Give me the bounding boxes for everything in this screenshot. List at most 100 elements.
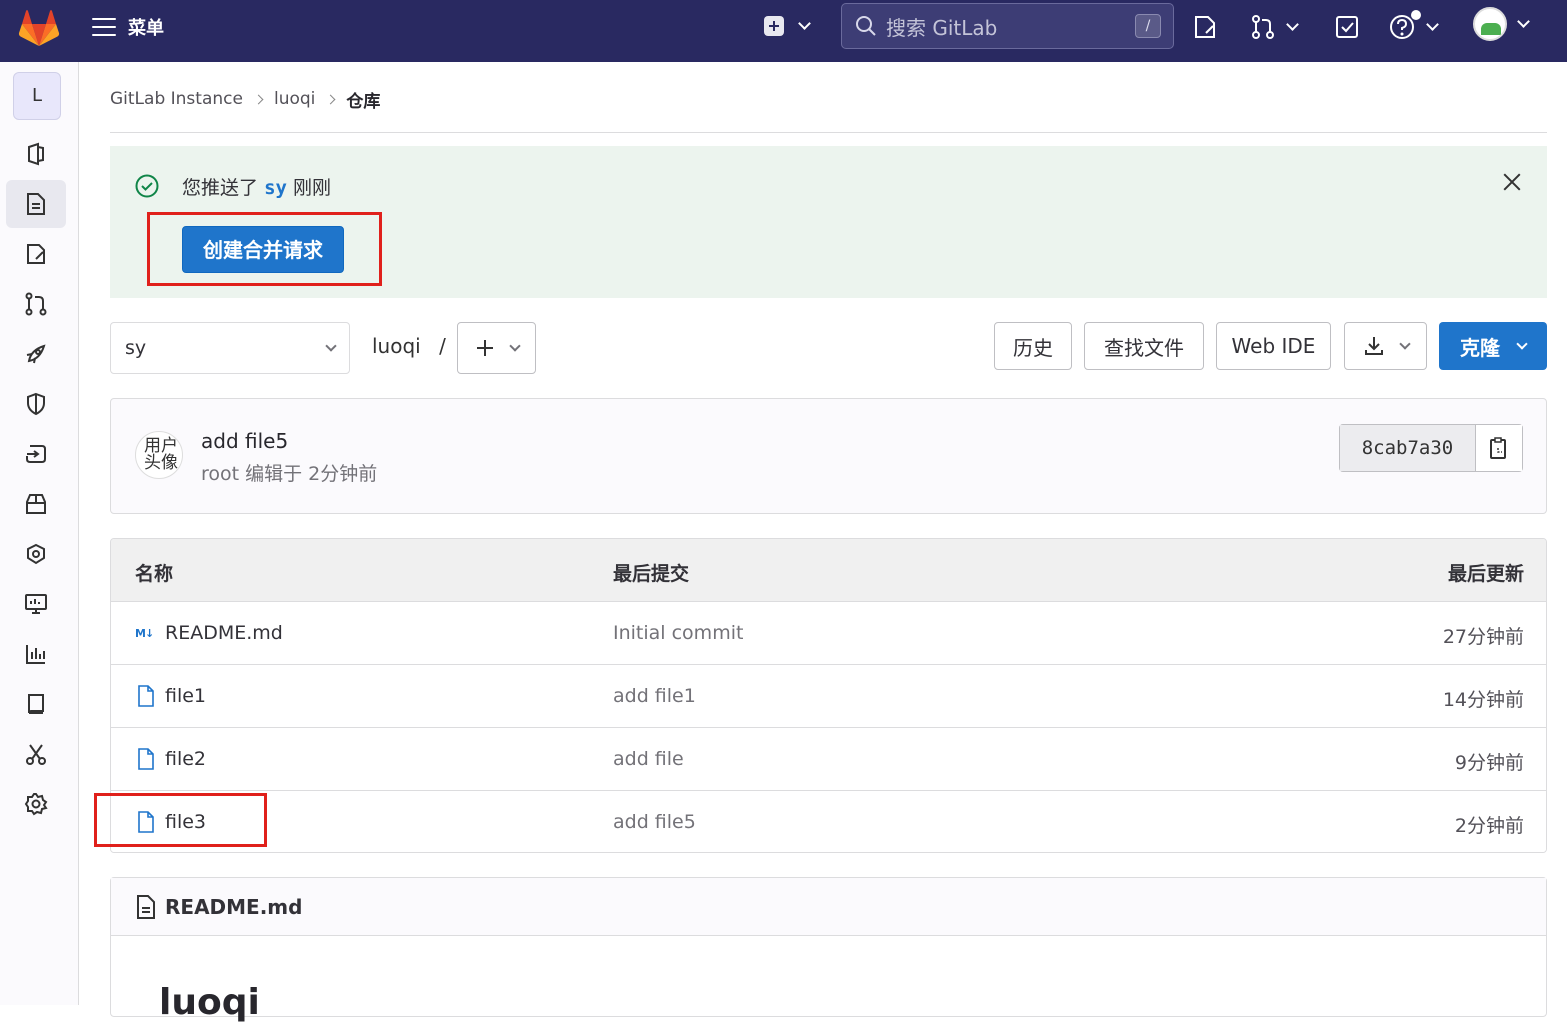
sidebar-item-settings[interactable] <box>6 780 66 828</box>
rocket-icon <box>26 344 46 364</box>
readme-header: README.md <box>111 878 1546 936</box>
alert-text-after: 刚刚 <box>293 177 332 199</box>
sidebar-item-wiki[interactable] <box>6 680 66 728</box>
file-name-cell[interactable]: M↓ README.md <box>135 622 283 644</box>
sidebar-item-issues[interactable] <box>6 230 66 278</box>
commit-sha-group: 8cab7a30 <box>1339 424 1523 472</box>
avatar[interactable]: 用户头像 <box>135 431 183 479</box>
merge-requests-nav-button[interactable] <box>1250 12 1299 42</box>
menu-button[interactable]: 菜单 <box>92 13 164 41</box>
breadcrumb-instance[interactable]: GitLab Instance <box>110 89 243 109</box>
file-name[interactable]: file1 <box>165 685 206 707</box>
search-input[interactable]: 搜索 GitLab / <box>841 3 1174 49</box>
sidebar-item-packages[interactable] <box>6 480 66 528</box>
sidebar-item-snippets[interactable] <box>6 730 66 778</box>
commit-sha[interactable]: 8cab7a30 <box>1340 425 1476 471</box>
project-overview-icon <box>28 142 44 166</box>
repo-path: luoqi / <box>372 334 446 358</box>
branch-name: sy <box>125 337 147 359</box>
search-placeholder: 搜索 GitLab <box>886 15 998 40</box>
web-ide-button[interactable]: Web IDE <box>1216 322 1331 370</box>
file-table: 名称 最后提交 最后更新 M↓ README.md Initial commit… <box>110 538 1547 853</box>
chevron-down-icon <box>1426 18 1439 31</box>
table-row[interactable]: file1 add file1 14分钟前 <box>111 665 1546 728</box>
divider <box>110 132 1547 133</box>
readme-panel: README.md luoqi <box>110 877 1547 1023</box>
plus-icon <box>476 340 493 356</box>
close-icon[interactable] <box>1502 172 1522 192</box>
find-file-button[interactable]: 查找文件 <box>1084 322 1204 370</box>
scissors-icon <box>26 744 46 765</box>
sidebar-item-cicd[interactable] <box>6 330 66 378</box>
sidebar-item-analytics[interactable] <box>6 630 66 678</box>
file-commit[interactable]: Initial commit <box>613 622 743 644</box>
table-header: 名称 最后提交 最后更新 <box>111 539 1546 602</box>
sidebar-item-monitor[interactable] <box>6 580 66 628</box>
file-name[interactable]: file2 <box>165 748 206 770</box>
history-button[interactable]: 历史 <box>994 322 1072 370</box>
search-icon <box>856 16 876 36</box>
gitlab-logo-icon[interactable] <box>18 8 60 48</box>
file-name-cell[interactable]: file1 <box>135 685 206 707</box>
check-circle-icon <box>135 174 159 198</box>
issues-nav-button[interactable] <box>1192 12 1218 42</box>
readme-heading: luoqi <box>159 982 260 1023</box>
readme-filename[interactable]: README.md <box>165 895 302 919</box>
search-shortcut-key: / <box>1135 14 1161 38</box>
file-time: 14分钟前 <box>1442 689 1524 711</box>
chevron-down-icon <box>325 340 337 352</box>
todos-nav-button[interactable] <box>1334 12 1360 42</box>
file-name-cell[interactable]: file2 <box>135 748 206 770</box>
new-dropdown-button[interactable] <box>764 14 824 38</box>
file-commit[interactable]: add file <box>613 748 684 770</box>
sidebar-item-infrastructure[interactable] <box>6 530 66 578</box>
file-commit[interactable]: add file1 <box>613 685 696 707</box>
clone-label: 克隆 <box>1460 335 1500 360</box>
user-menu-button[interactable] <box>1473 7 1530 41</box>
sidebar-item-overview[interactable] <box>6 130 66 178</box>
alert-text-before: 您推送了 <box>182 177 259 199</box>
left-sidebar: L <box>0 62 79 1005</box>
monitor-icon <box>25 594 47 614</box>
download-dropdown[interactable] <box>1344 322 1427 370</box>
document-icon <box>137 894 155 919</box>
sidebar-item-security[interactable] <box>6 380 66 428</box>
file-name-cell[interactable]: file3 <box>135 811 206 833</box>
breadcrumb-repository[interactable]: 仓库 <box>346 87 380 112</box>
commit-title[interactable]: add file5 <box>201 429 288 453</box>
header-last-update: 最后更新 <box>1447 563 1524 585</box>
book-icon <box>28 694 44 714</box>
last-commit-panel: 用户头像 add file5 root 编辑于 2分钟前 8cab7a30 <box>110 398 1547 514</box>
shield-icon <box>27 392 45 416</box>
alert-branch-link[interactable]: sy <box>264 177 287 199</box>
breadcrumb-project[interactable]: luoqi <box>274 89 315 109</box>
create-merge-request-button[interactable]: 创建合并请求 <box>182 226 344 273</box>
sidebar-item-deployments[interactable] <box>6 430 66 478</box>
file-time: 9分钟前 <box>1454 752 1524 774</box>
file-icon <box>138 748 154 770</box>
table-row[interactable]: file2 add file 9分钟前 <box>111 728 1546 791</box>
chevron-down-icon <box>798 17 811 30</box>
repo-path-name[interactable]: luoqi <box>372 334 421 358</box>
header-name: 名称 <box>135 563 174 585</box>
breadcrumb: GitLab Instance luoqi 仓库 <box>110 87 380 112</box>
table-row[interactable]: M↓ README.md Initial commit 27分钟前 <box>111 602 1546 665</box>
copy-sha-button[interactable] <box>1476 425 1522 471</box>
add-to-tree-dropdown[interactable] <box>457 322 536 374</box>
clone-dropdown-button[interactable]: 克隆 <box>1439 322 1547 370</box>
chevron-down-icon <box>508 340 521 352</box>
sidebar-item-repository[interactable] <box>6 180 66 228</box>
branch-selector[interactable]: sy <box>110 322 350 374</box>
table-row[interactable]: file3 add file5 2分钟前 <box>111 791 1546 852</box>
project-avatar[interactable]: L <box>13 72 61 120</box>
hamburger-icon <box>92 18 116 36</box>
file-name[interactable]: file3 <box>165 811 206 833</box>
file-commit[interactable]: add file5 <box>613 811 696 833</box>
alert-message: 您推送了 sy 刚刚 <box>182 173 331 200</box>
file-icon <box>138 811 154 833</box>
package-icon <box>26 494 46 514</box>
deployments-icon <box>26 445 46 463</box>
file-name[interactable]: README.md <box>165 622 283 644</box>
chevron-down-icon <box>1517 15 1530 28</box>
sidebar-item-merge-requests[interactable] <box>6 280 66 328</box>
